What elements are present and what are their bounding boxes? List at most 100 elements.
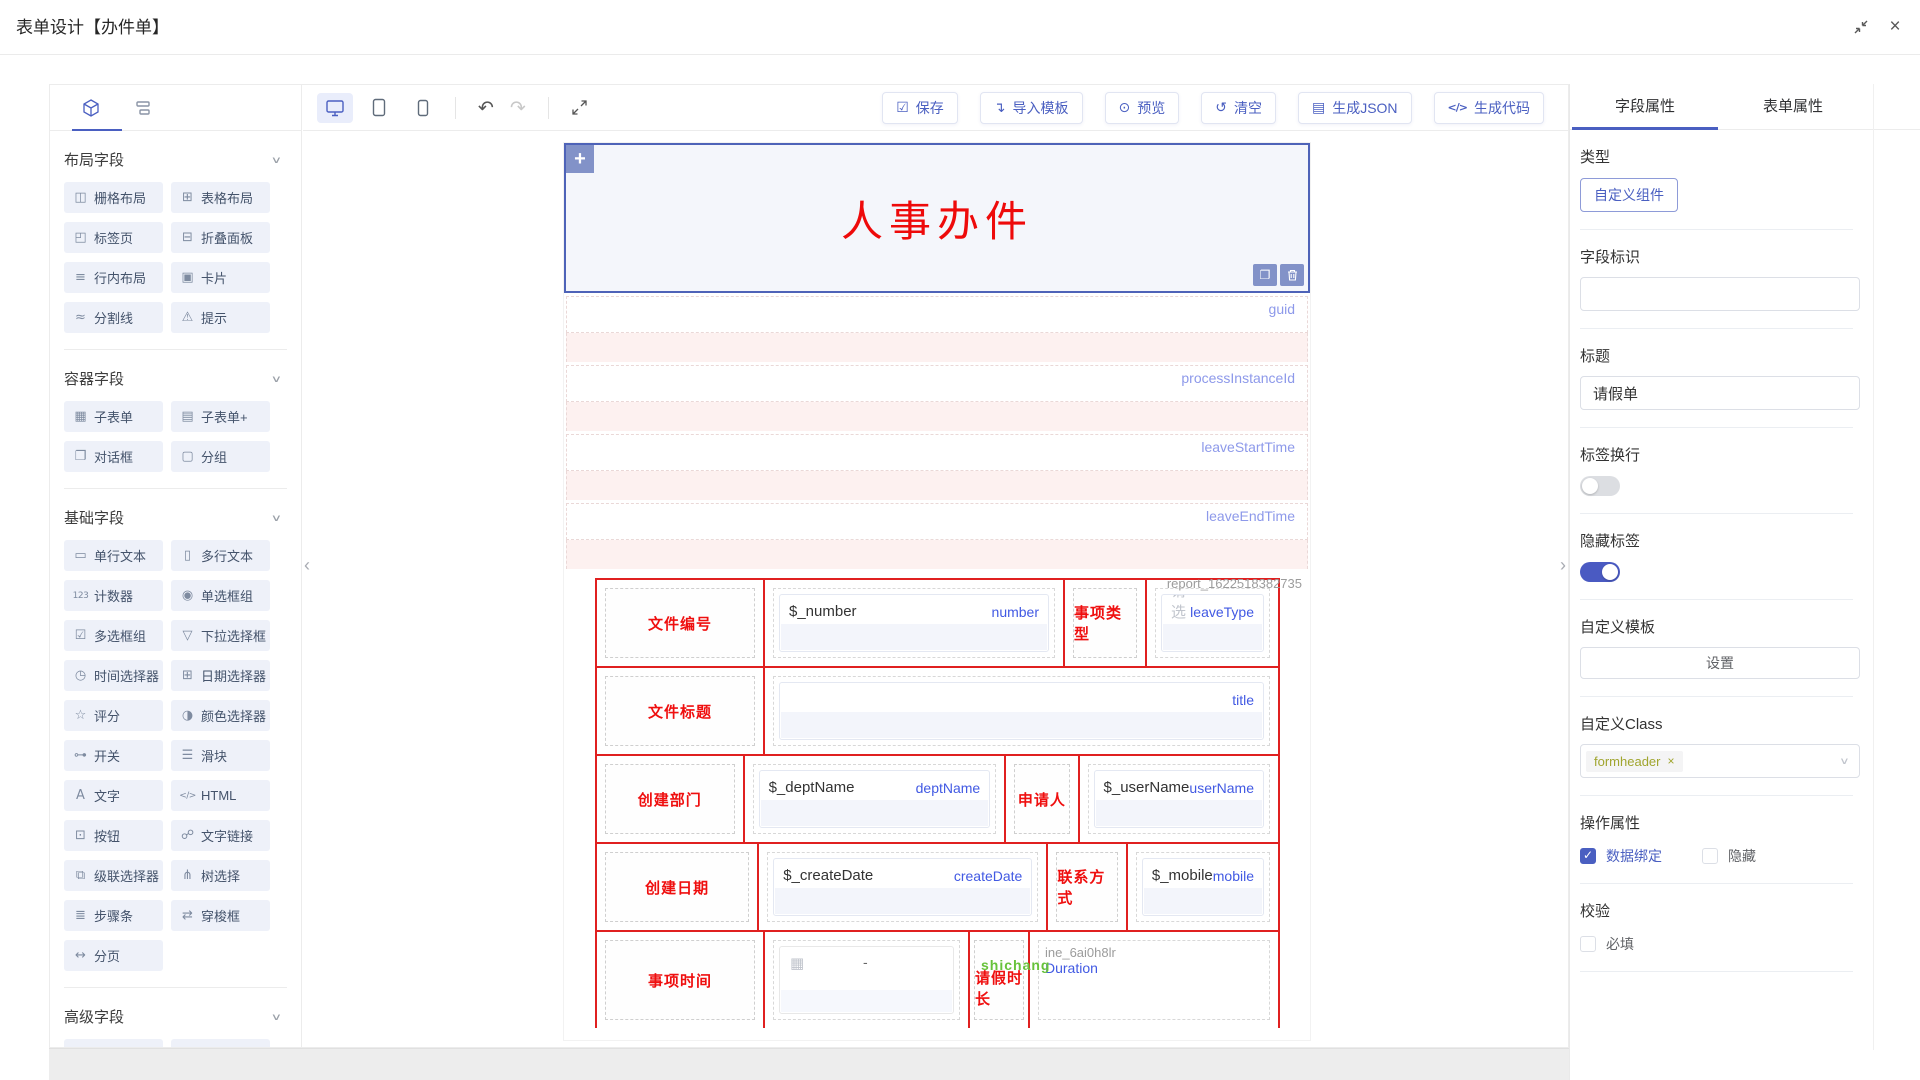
device-desktop-icon[interactable]	[317, 93, 353, 123]
preview-button[interactable]: ⊙预览	[1105, 92, 1180, 124]
palette-item-dialog[interactable]: ❐对话框	[64, 441, 163, 472]
palette-item-radio-group[interactable]: ◉单选框组	[171, 580, 270, 611]
form-page: + 人事办件 ❐ guid processInstanceI	[563, 142, 1311, 1041]
generate-code-button[interactable]: </>生成代码	[1434, 92, 1544, 124]
copy-icon[interactable]: ❐	[1253, 264, 1277, 286]
field-duration[interactable]: ine_6ai0h8lr Duration	[1038, 940, 1270, 1020]
field-user-name[interactable]: $_userNameuserName	[1088, 764, 1270, 834]
palette-item-button[interactable]: ⊡按钮	[64, 820, 163, 851]
hidden-checkbox[interactable]	[1702, 848, 1718, 864]
palette-item-time-picker[interactable]: ◷时间选择器	[64, 660, 163, 691]
palette-item-alert[interactable]: ⚠提示	[171, 302, 270, 333]
palette-item-single-line-text[interactable]: ▭单行文本	[64, 540, 163, 571]
palette-item-cascader[interactable]: ⧉级联选择器	[64, 860, 163, 891]
hidden-field-leave-start-time[interactable]: leaveStartTime	[566, 434, 1308, 503]
palette-item-card[interactable]: ▣卡片	[171, 262, 270, 293]
hidden-field-process-instance-id[interactable]: processInstanceId	[566, 365, 1308, 434]
html-icon: </>	[179, 791, 196, 801]
radio-icon: ◉	[179, 588, 196, 603]
palette-item-select[interactable]: ▽下拉选择框	[171, 620, 270, 651]
palette-item-html[interactable]: </>HTML	[171, 780, 270, 811]
palette-section-basic[interactable]: 基础字段 ∨	[64, 507, 291, 528]
tab-form-properties[interactable]: 表单属性	[1720, 84, 1866, 129]
palette-item-pagination[interactable]: ↔分页	[64, 940, 163, 971]
custom-class-select[interactable]: formheader × ∨	[1580, 744, 1860, 778]
palette-item-steps[interactable]: ≣步骤条	[64, 900, 163, 931]
range-separator: -	[863, 954, 868, 970]
palette-item-slider[interactable]: ☰滑块	[171, 740, 270, 771]
save-check-icon: ☑	[896, 100, 909, 116]
fullscreen-icon[interactable]	[563, 99, 596, 116]
field-id-input[interactable]	[1580, 277, 1860, 311]
collapse-window-icon[interactable]	[1852, 18, 1870, 36]
tab-components-cube-icon[interactable]	[80, 97, 102, 119]
remove-tag-icon[interactable]: ×	[1667, 754, 1674, 768]
palette-item-table-layout[interactable]: ⊞表格布局	[171, 182, 270, 213]
palette-item-rating[interactable]: ☆评分	[64, 700, 163, 731]
trash-icon[interactable]	[1280, 264, 1304, 286]
palette-section-container[interactable]: 容器字段 ∨	[64, 368, 291, 389]
palette-item-multiline-text[interactable]: ▯多行文本	[171, 540, 270, 571]
field-leave-type-select[interactable]: 请选择leaveType ∨	[1155, 588, 1270, 658]
palette-item-text-link[interactable]: ☍文字链接	[171, 820, 270, 851]
field-mobile[interactable]: $_mobilemobile	[1136, 852, 1270, 922]
palette-item-custom-component[interactable]: ❖自定义组件	[171, 1039, 270, 1047]
generate-json-button[interactable]: ▤生成JSON	[1298, 92, 1412, 124]
canvas-body[interactable]: + 人事办件 ❐ guid processInstanceI	[303, 131, 1568, 1047]
custom-template-settings-button[interactable]: 设置	[1580, 647, 1860, 679]
palette-item-counter[interactable]: 123计数器	[64, 580, 163, 611]
tab-outline-layers-icon[interactable]	[132, 97, 154, 119]
workspace: 布局字段 ∨ ◫栅格布局 ⊞表格布局 ◰标签页 ⊟折叠面板 ≡行内布局 ▣卡片 …	[49, 84, 1569, 1048]
title-input[interactable]	[1580, 376, 1860, 410]
divider	[1580, 883, 1853, 884]
palette-item-tree-select[interactable]: ⋔树选择	[171, 860, 270, 891]
field-id-badge: deptName	[916, 780, 981, 796]
palette-item-date-picker[interactable]: ⊞日期选择器	[171, 660, 270, 691]
palette-item-checkbox-group[interactable]: ☑多选框组	[64, 620, 163, 651]
palette-item-tab-page[interactable]: ◰标签页	[64, 222, 163, 253]
palette-item-custom-area[interactable]: ◇自定义区域	[64, 1039, 163, 1047]
redo-icon[interactable]: ↷	[502, 97, 534, 119]
palette-item-switch[interactable]: ⊶开关	[64, 740, 163, 771]
palette-item-transfer[interactable]: ⇄穿梭框	[171, 900, 270, 931]
hide-label-toggle[interactable]	[1580, 562, 1620, 582]
device-tablet-icon[interactable]	[361, 93, 397, 123]
label-wrap-toggle[interactable]	[1580, 476, 1620, 496]
palette-item-divider[interactable]: ≈分割线	[64, 302, 163, 333]
data-binding-checkbox[interactable]	[1580, 848, 1596, 864]
undo-icon[interactable]: ↶	[470, 97, 502, 119]
field-create-date[interactable]: $_createDatecreateDate	[767, 852, 1038, 922]
palette-item-subform-plus[interactable]: ▤子表单+	[171, 401, 270, 432]
palette-item-collapse-panel[interactable]: ⊟折叠面板	[171, 222, 270, 253]
save-button[interactable]: ☑保存	[882, 92, 958, 124]
clear-button[interactable]: ↺清空	[1201, 92, 1276, 124]
palette-item-subform[interactable]: ▦子表单	[64, 401, 163, 432]
palette-item-group[interactable]: ▢分组	[171, 441, 270, 472]
field-dept-name[interactable]: $_deptNamedeptName	[753, 764, 997, 834]
close-icon[interactable]: ×	[1886, 18, 1904, 36]
move-handle-icon[interactable]: +	[566, 145, 594, 173]
palette-item-grid-layout[interactable]: ◫栅格布局	[64, 182, 163, 213]
collapse-left-panel-icon[interactable]: ‹	[300, 548, 314, 582]
field-title[interactable]: title	[773, 676, 1270, 746]
divider	[1580, 513, 1853, 514]
selected-form-header-component[interactable]: + 人事办件 ❐	[564, 143, 1310, 293]
palette-item-color-picker[interactable]: ◑颜色选择器	[171, 700, 270, 731]
palette-section-layout[interactable]: 布局字段 ∨	[64, 149, 291, 170]
field-leave-date-range[interactable]: inline_nym8mcrd leavedate ▦ -	[773, 940, 960, 1020]
import-template-button[interactable]: ↴导入模板	[980, 92, 1083, 124]
field-label: 事项时间	[605, 940, 755, 1020]
device-phone-icon[interactable]	[405, 93, 441, 123]
slider-icon: ☰	[179, 748, 196, 763]
custom-template-label: 自定义模板	[1580, 616, 1853, 637]
palette-section-advanced[interactable]: 高级字段 ∨	[64, 1006, 291, 1027]
palette-item-inline-layout[interactable]: ≡行内布局	[64, 262, 163, 293]
required-checkbox[interactable]	[1580, 936, 1596, 952]
tab-field-properties[interactable]: 字段属性	[1572, 84, 1718, 129]
import-icon: ↴	[994, 100, 1006, 116]
hidden-field-guid[interactable]: guid	[566, 296, 1308, 365]
field-number[interactable]: $_numbernumber	[773, 588, 1055, 658]
collapse-right-panel-icon[interactable]: ›	[1556, 548, 1570, 582]
palette-item-text[interactable]: A文字	[64, 780, 163, 811]
hidden-field-leave-end-time[interactable]: leaveEndTime	[566, 503, 1308, 572]
